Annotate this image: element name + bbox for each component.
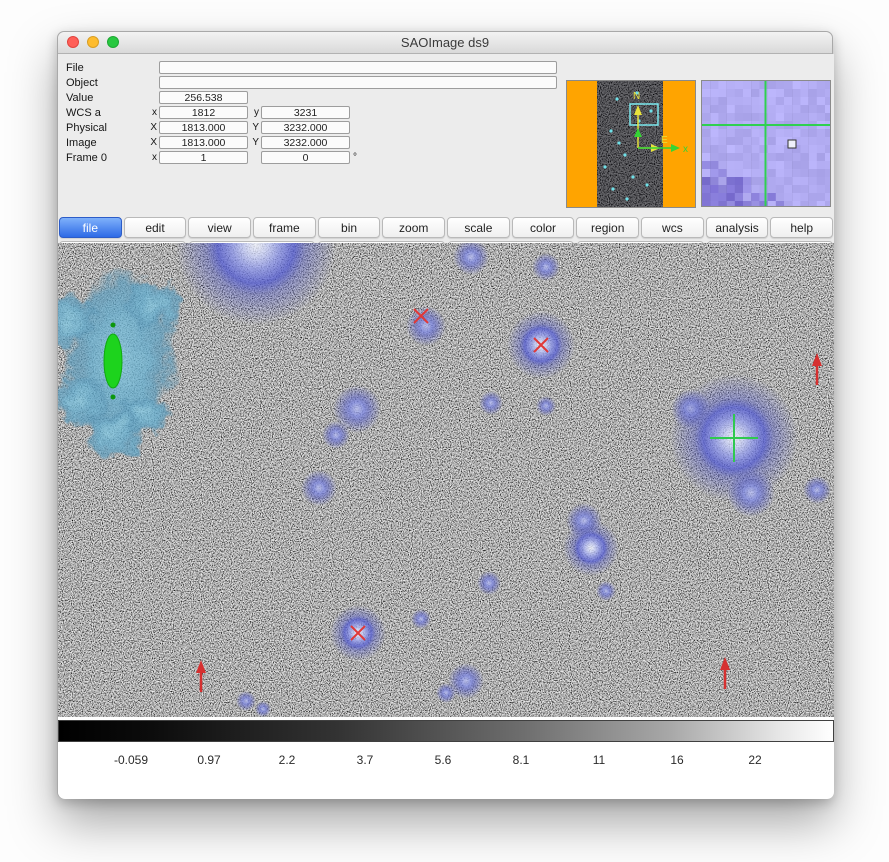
- magnifier-view: [702, 81, 831, 207]
- maximize-button[interactable]: [107, 36, 119, 48]
- panner-source-dot: [609, 129, 612, 132]
- colorbar-tick: 5.6: [435, 753, 452, 767]
- menubar: fileeditviewframebinzoomscalecolorregion…: [59, 217, 833, 238]
- info-label-file: File: [66, 62, 146, 74]
- colorbar-panel: -0.059 0.97 2.2 3.7 5.6 8.1 11 16 22: [58, 717, 834, 799]
- menu-frame[interactable]: frame: [253, 217, 316, 238]
- info-field-value[interactable]: 256.538: [159, 91, 248, 104]
- info-row-physical: PhysicalX1813.000Y3232.000: [66, 120, 557, 135]
- image-canvas[interactable]: [58, 243, 834, 717]
- info-field-physical[interactable]: 1813.000: [159, 121, 248, 134]
- panner-strip-shade: [597, 81, 663, 208]
- info-label-wcs: WCS a: [66, 107, 146, 119]
- menu-edit[interactable]: edit: [124, 217, 187, 238]
- panner-source-dot: [649, 109, 652, 112]
- menu-zoom[interactable]: zoom: [382, 217, 445, 238]
- info-label-physical: Physical: [66, 122, 146, 134]
- axis-label: Y: [248, 137, 261, 148]
- info-field-object[interactable]: [159, 76, 557, 89]
- info-field-frame[interactable]: 1: [159, 151, 248, 164]
- titlebar[interactable]: SAOImage ds9: [58, 32, 832, 54]
- axis-label: Y: [248, 122, 261, 133]
- window-title: SAOImage ds9: [401, 35, 489, 50]
- panner-source-dot: [631, 175, 634, 178]
- menu-analysis[interactable]: analysis: [706, 217, 769, 238]
- panner-source-dot: [623, 153, 626, 156]
- axis-label: x: [146, 107, 159, 118]
- panner[interactable]: N E x: [566, 80, 696, 208]
- compass-x-label: x: [683, 144, 688, 155]
- info-panel: FileObjectValue256.538WCS ax1812y3231Phy…: [66, 60, 557, 165]
- colorbar-tick: 16: [670, 753, 683, 767]
- panner-source-dot: [615, 97, 618, 100]
- info-row-value: Value 256.538: [66, 90, 557, 105]
- colorbar-tick: 11: [593, 753, 605, 767]
- control-panel: FileObjectValue256.538WCS ax1812y3231Phy…: [58, 54, 834, 243]
- panner-source-dot: [645, 183, 648, 186]
- minimize-button[interactable]: [87, 36, 99, 48]
- axis-label: y: [248, 107, 261, 118]
- menu-view[interactable]: view: [188, 217, 251, 238]
- menu-scale[interactable]: scale: [447, 217, 510, 238]
- info-row-object: Object: [66, 75, 557, 90]
- menu-bin[interactable]: bin: [318, 217, 381, 238]
- colorbar-ticks: -0.059 0.97 2.2 3.7 5.6 8.1 11 16 22: [58, 717, 834, 799]
- info-field-frame[interactable]: 0: [261, 151, 350, 164]
- close-button[interactable]: [67, 36, 79, 48]
- compass-north-label: N: [633, 91, 640, 102]
- colorbar-tick: 8.1: [513, 753, 530, 767]
- traffic-lights: [67, 36, 119, 48]
- colorbar-tick: 22: [748, 753, 761, 767]
- info-field-image[interactable]: 3232.000: [261, 136, 350, 149]
- axis-label: X: [146, 122, 159, 133]
- info-row-wcs: WCS ax1812y3231: [66, 105, 557, 120]
- degree-symbol: °: [350, 152, 357, 163]
- colorbar-tick: -0.059: [114, 753, 148, 767]
- axis-label: x: [146, 152, 159, 163]
- noise-overlay: [58, 243, 834, 717]
- info-label-object: Object: [66, 77, 146, 89]
- menu-help[interactable]: help: [770, 217, 833, 238]
- menu-region[interactable]: region: [576, 217, 639, 238]
- panner-view[interactable]: N E x: [567, 81, 696, 208]
- region-handle[interactable]: [111, 395, 116, 400]
- axis-label: X: [146, 137, 159, 148]
- info-field-image[interactable]: 1813.000: [159, 136, 248, 149]
- info-label-frame: Frame 0: [66, 152, 146, 164]
- info-field-wcs[interactable]: 3231: [261, 106, 350, 119]
- menu-color[interactable]: color: [512, 217, 575, 238]
- colorbar-tick: 2.2: [279, 753, 296, 767]
- info-row-image: ImageX1813.000Y3232.000: [66, 135, 557, 150]
- info-field-physical[interactable]: 3232.000: [261, 121, 350, 134]
- ds9-window: SAOImage ds9 FileObjectValue256.538WCS a…: [57, 31, 833, 799]
- panner-source-dot: [603, 165, 606, 168]
- info-field-file[interactable]: [159, 61, 557, 74]
- panner-source-dot: [611, 187, 614, 190]
- ellipse-region[interactable]: [104, 334, 122, 388]
- magnifier: [701, 80, 831, 207]
- menu-file[interactable]: file: [59, 217, 122, 238]
- panner-source-dot: [617, 141, 620, 144]
- info-row-frame: Frame 0x10°: [66, 150, 557, 165]
- info-label-image: Image: [66, 137, 146, 149]
- compass-east-label: E: [661, 135, 668, 146]
- menu-wcs[interactable]: wcs: [641, 217, 704, 238]
- region-handle[interactable]: [111, 323, 116, 328]
- info-label-value: Value: [66, 92, 146, 104]
- colorbar-tick: 0.97: [197, 753, 220, 767]
- info-row-file: File: [66, 60, 557, 75]
- info-field-wcs[interactable]: 1812: [159, 106, 248, 119]
- astronomy-image[interactable]: [58, 243, 834, 717]
- colorbar-tick: 3.7: [357, 753, 374, 767]
- panner-source-dot: [625, 197, 628, 200]
- magnifier-cursor-box: [788, 140, 796, 148]
